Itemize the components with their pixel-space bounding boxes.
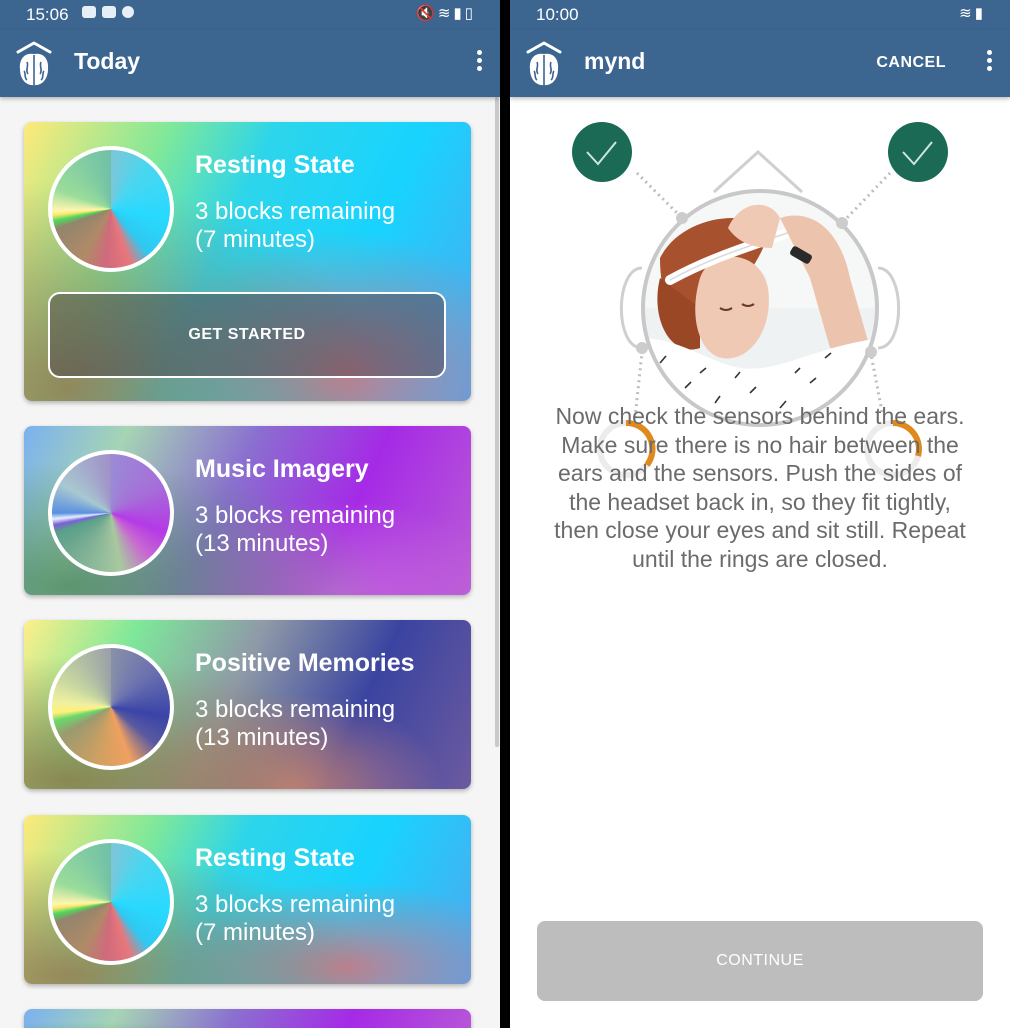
battery-icon: ▯ [464, 5, 476, 22]
card-blocks-remaining: 3 blocks remaining [195, 891, 396, 918]
card-duration: (7 minutes) [195, 226, 316, 253]
session-wheel-icon [48, 450, 174, 576]
brain-logo-icon [16, 41, 52, 86]
app-title: mynd [584, 48, 646, 74]
session-card-music-imagery[interactable]: Music Imagery 3 blocks remaining (13 min… [24, 426, 471, 595]
notification-icons [82, 6, 134, 18]
card-background [24, 1009, 471, 1028]
brain-logo-icon [526, 41, 562, 86]
mute-icon: 🔇 [416, 5, 438, 22]
app-bar: Today [0, 30, 500, 97]
status-bar: 15:06 🔇≋▮▯ [0, 0, 500, 30]
session-card-partial[interactable] [24, 1009, 471, 1028]
left-ear-outline [619, 266, 643, 350]
overflow-menu-icon[interactable] [984, 50, 994, 80]
card-title: Resting State [195, 844, 355, 872]
status-time: 15:06 [26, 5, 69, 24]
session-wheel-icon [48, 839, 174, 965]
headset-fit-screen: 10:00 ≋▮ mynd CANCEL Now check the senso… [510, 0, 1010, 1028]
card-duration: (13 minutes) [195, 724, 329, 751]
session-card-positive-memories[interactable]: Positive Memories 3 blocks remaining (13… [24, 620, 471, 789]
continue-button[interactable]: CONTINUE [537, 921, 983, 1001]
instruction-text: Now check the sensors behind the ears. M… [554, 403, 966, 572]
chat-icon [102, 6, 116, 18]
app-bar: mynd CANCEL [510, 30, 1010, 97]
session-wheel-icon [48, 146, 174, 272]
system-icons: 🔇≋▮▯ [416, 4, 476, 22]
scrollbar[interactable] [495, 97, 499, 747]
headset-photo [641, 189, 879, 427]
card-title: Positive Memories [195, 649, 415, 677]
card-title: Music Imagery [195, 455, 369, 483]
wifi-icon: ≋ [437, 5, 454, 22]
screen-divider [500, 0, 510, 1028]
headset-top-outline [712, 149, 804, 194]
card-blocks-remaining: 3 blocks remaining [195, 502, 396, 529]
overflow-menu-icon[interactable] [474, 50, 484, 80]
card-duration: (13 minutes) [195, 530, 329, 557]
page-title: Today [74, 48, 141, 74]
app-icon [122, 6, 134, 18]
session-card-resting-state[interactable]: Resting State 3 blocks remaining (7 minu… [24, 122, 471, 401]
signal-icon: ▮ [453, 5, 465, 22]
card-duration: (7 minutes) [195, 919, 316, 946]
right-ear-outline [877, 266, 901, 350]
card-blocks-remaining: 3 blocks remaining [195, 696, 396, 723]
cancel-button[interactable]: CANCEL [876, 54, 946, 72]
mail-icon [82, 6, 96, 18]
session-wheel-icon [48, 644, 174, 770]
session-card-resting-state-2[interactable]: Resting State 3 blocks remaining (7 minu… [24, 815, 471, 984]
card-blocks-remaining: 3 blocks remaining [195, 198, 396, 225]
card-title: Resting State [195, 151, 355, 179]
get-started-button[interactable]: GET STARTED [48, 292, 446, 378]
today-screen: 15:06 🔇≋▮▯ Today Resting State 3 blocks … [0, 0, 500, 1028]
